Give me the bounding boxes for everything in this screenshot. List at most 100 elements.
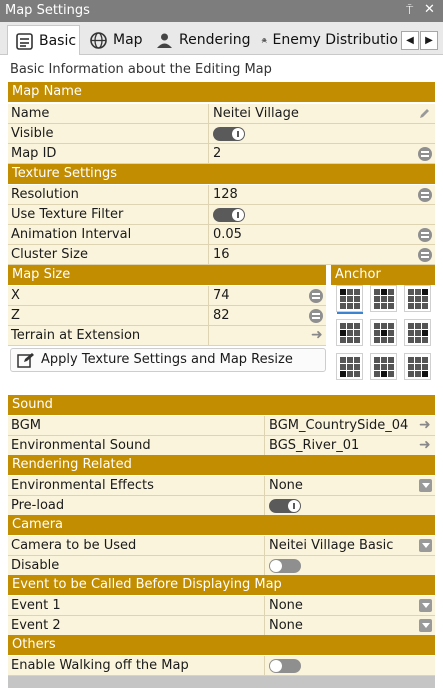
label-environmental-effects: Environmental Effects xyxy=(11,478,154,493)
section-others: Others xyxy=(8,635,435,655)
anchor-center-button[interactable] xyxy=(370,319,397,346)
row-cluster-size: Cluster Size 16 xyxy=(8,245,435,265)
pin-icon[interactable]: ⍑ xyxy=(406,3,413,18)
environmental-sound-value: BGS_River_01 xyxy=(269,438,360,453)
row-visible: Visible xyxy=(8,124,435,144)
tab-basic-label: Basic xyxy=(39,33,77,49)
anchor-grid-icon xyxy=(408,323,428,343)
page-description: Basic Information about the Editing Map xyxy=(10,62,272,77)
tab-enemy-distribution[interactable]: Enemy Distributio xyxy=(254,25,398,55)
event-1-dropdown[interactable]: None xyxy=(264,596,435,616)
event-2-dropdown[interactable]: None xyxy=(264,616,435,636)
apply-texture-resize-button[interactable]: Apply Texture Settings and Map Resize xyxy=(10,348,326,372)
map-globe-icon xyxy=(90,31,107,49)
tab-basic[interactable]: Basic xyxy=(7,25,80,56)
effects-dropdown-icon[interactable] xyxy=(419,479,432,492)
env-arrow-right-icon[interactable]: ➜ xyxy=(419,438,431,452)
section-map-name: Map Name xyxy=(8,82,435,102)
size-x-field[interactable]: 74 xyxy=(208,286,326,306)
disable-toggle[interactable] xyxy=(269,559,301,573)
tab-map[interactable]: Map xyxy=(82,25,146,55)
label-bgm: BGM xyxy=(11,418,41,433)
visible-toggle[interactable] xyxy=(213,127,245,141)
row-event-1: Event 1 None xyxy=(8,596,435,616)
section-sound: Sound xyxy=(8,395,435,415)
map-id-value: 2 xyxy=(213,146,222,161)
enemy-icon xyxy=(261,37,267,43)
row-bgm: BGM BGM_CountrySide_04 ➜ xyxy=(8,416,435,436)
texture-filter-toggle[interactable] xyxy=(213,208,245,222)
label-environmental-sound: Environmental Sound xyxy=(11,438,151,453)
camera-value: Neitei Village Basic xyxy=(269,538,394,553)
walk-off-map-cell xyxy=(264,656,435,676)
section-map-size: Map Size xyxy=(8,265,326,285)
anchor-middle-left-button[interactable] xyxy=(336,319,363,346)
bgm-field[interactable]: BGM_CountrySide_04 ➜ xyxy=(264,416,435,436)
label-map-id: Map ID xyxy=(11,146,57,161)
anchor-bottom-center-button[interactable] xyxy=(370,353,397,380)
name-field[interactable]: Neitei Village xyxy=(208,104,435,124)
cluster-size-field[interactable]: 16 xyxy=(208,245,435,265)
resolution-field[interactable]: 128 xyxy=(208,185,435,205)
label-event-2: Event 2 xyxy=(11,618,61,633)
label-cluster-size: Cluster Size xyxy=(11,247,88,262)
resolution-value: 128 xyxy=(213,187,238,202)
environmental-sound-field[interactable]: BGS_River_01 ➜ xyxy=(264,436,435,456)
camera-dropdown-icon[interactable] xyxy=(419,539,432,552)
animation-interval-field[interactable]: 0.05 xyxy=(208,225,435,245)
event-1-dropdown-icon[interactable] xyxy=(419,599,432,612)
environmental-effects-dropdown[interactable]: None xyxy=(264,476,435,496)
resolution-spinner-icon[interactable] xyxy=(418,188,432,202)
edit-pencil-icon[interactable] xyxy=(418,107,431,120)
size-z-field[interactable]: 82 xyxy=(208,306,326,326)
preload-toggle[interactable] xyxy=(269,499,301,513)
close-icon[interactable]: ✕ xyxy=(424,2,435,17)
anchor-grid-icon xyxy=(340,323,360,343)
cluster-size-spinner-icon[interactable] xyxy=(418,248,432,262)
anchor-middle-right-button[interactable] xyxy=(404,319,431,346)
size-z-value: 82 xyxy=(213,308,230,323)
row-walk-off-map: Enable Walking off the Map xyxy=(8,656,435,676)
bgm-arrow-right-icon[interactable]: ➜ xyxy=(419,418,431,432)
row-event-2: Event 2 None xyxy=(8,616,435,636)
anchor-grid-icon xyxy=(408,357,428,377)
event-1-value: None xyxy=(269,598,303,613)
tab-scroll-left-button[interactable]: ◀ xyxy=(401,31,419,50)
label-x: X xyxy=(11,288,20,303)
size-z-spinner-icon[interactable] xyxy=(309,309,323,323)
map-id-field[interactable]: 2 xyxy=(208,144,435,164)
row-environmental-effects: Environmental Effects None xyxy=(8,476,435,496)
anchor-bottom-right-button[interactable] xyxy=(404,353,431,380)
section-anchor: Anchor xyxy=(331,265,435,285)
anchor-selection-indicator xyxy=(337,312,363,314)
label-disable: Disable xyxy=(11,558,60,573)
label-texture-filter: Use Texture Filter xyxy=(11,207,124,222)
anchor-bottom-left-button[interactable] xyxy=(336,353,363,380)
anchor-top-center-button[interactable] xyxy=(370,285,397,312)
basic-settings-icon xyxy=(16,32,33,50)
event-2-dropdown-icon[interactable] xyxy=(419,619,432,632)
tab-rendering[interactable]: Rendering xyxy=(148,25,251,55)
cluster-size-value: 16 xyxy=(213,247,230,262)
anchor-grid-icon xyxy=(374,357,394,377)
row-texture-filter: Use Texture Filter xyxy=(8,205,435,225)
anchor-grid-icon xyxy=(340,357,360,377)
walk-off-map-toggle[interactable] xyxy=(269,659,301,673)
size-x-spinner-icon[interactable] xyxy=(309,289,323,303)
row-preload: Pre-load xyxy=(8,496,435,516)
tab-scroll-right-button[interactable]: ▶ xyxy=(420,31,438,50)
camera-dropdown[interactable]: Neitei Village Basic xyxy=(264,536,435,556)
texture-filter-cell xyxy=(208,205,435,225)
label-walk-off-map: Enable Walking off the Map xyxy=(11,658,189,673)
environmental-effects-value: None xyxy=(269,478,303,493)
size-x-value: 74 xyxy=(213,288,230,303)
arrow-right-icon[interactable]: ➜ xyxy=(311,328,323,342)
anchor-top-left-button[interactable] xyxy=(336,285,363,312)
anchor-top-right-button[interactable] xyxy=(404,285,431,312)
row-terrain-extension[interactable]: Terrain at Extension ➜ xyxy=(8,326,326,346)
tab-enemy-label: Enemy Distributio xyxy=(272,32,398,48)
row-resolution: Resolution 128 xyxy=(8,185,435,205)
animation-interval-spinner-icon[interactable] xyxy=(418,228,432,242)
map-id-spinner-icon[interactable] xyxy=(418,147,432,161)
anchor-grid-icon xyxy=(374,323,394,343)
